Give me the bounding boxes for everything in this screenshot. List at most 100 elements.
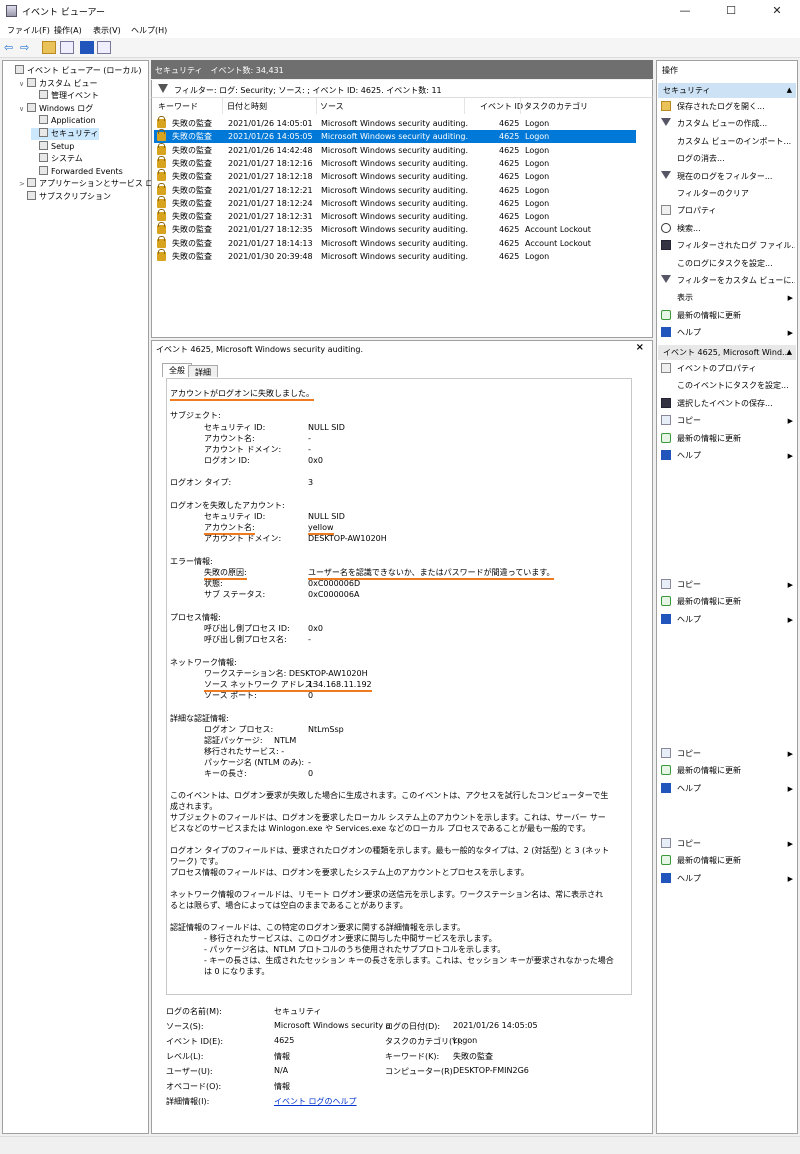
detail-close-icon[interactable]: × xyxy=(636,342,644,353)
table-cell: Microsoft Windows security auditing. xyxy=(321,132,469,142)
expand-chevron-icon[interactable]: ∨ xyxy=(19,103,27,115)
action-item[interactable]: 選択したイベントの保存... xyxy=(661,397,795,411)
action-item[interactable]: カスタム ビューのインポート... xyxy=(661,135,795,149)
menu-file[interactable]: ファイル(F) xyxy=(7,25,50,36)
table-row[interactable]: 失敗の監査 2021/01/27 18:12:16 Microsoft Window… xyxy=(154,155,636,170)
action-item[interactable]: ヘルプ ▶ xyxy=(661,326,795,340)
table-row[interactable]: 失敗の監査 2021/01/26 14:05:01 Microsoft Window… xyxy=(154,116,636,130)
maximize-button[interactable]: ☐ xyxy=(708,0,754,22)
tree-item[interactable]: システム xyxy=(31,153,83,165)
back-arrow-icon[interactable]: ⇦ xyxy=(4,41,18,54)
action-item[interactable]: 検索... xyxy=(661,222,795,236)
minimize-button[interactable]: — xyxy=(662,0,708,22)
section-title: イベント 4625, Microsoft Wind... xyxy=(663,348,790,357)
action-item[interactable]: フィルターをカスタム ビューに... xyxy=(661,274,795,288)
action-item[interactable]: このログにタスクを設定... xyxy=(661,257,795,271)
table-row[interactable]: 失敗の監査 2021/01/27 18:12:24 Microsoft Window… xyxy=(154,195,636,210)
action-item[interactable]: コピー ▶ xyxy=(661,747,795,761)
action-item[interactable]: コピー ▶ xyxy=(661,414,795,428)
tree-item[interactable]: Setup xyxy=(31,140,74,153)
detail-line: NULL SID xyxy=(308,423,345,432)
action-item[interactable]: 最新の情報に更新 xyxy=(661,432,795,446)
action-item[interactable]: 最新の情報に更新 xyxy=(661,854,795,868)
action-item[interactable]: 最新の情報に更新 xyxy=(661,764,795,778)
table-row[interactable]: 失敗の監査 2021/01/26 14:05:05 Microsoft Window… xyxy=(154,129,636,144)
column-datetime[interactable]: 日付と時刻 xyxy=(227,101,267,112)
action-item[interactable]: ヘルプ ▶ xyxy=(661,872,795,886)
action-item[interactable]: イベントのプロパティ xyxy=(661,362,795,376)
table-row[interactable]: 失敗の監査 2021/01/27 18:12:21 Microsoft Window… xyxy=(154,182,636,197)
action-item[interactable]: コピー ▶ xyxy=(661,837,795,851)
tree-item[interactable]: ∨ Windows ログ xyxy=(19,102,93,115)
show-hide-tree-icon[interactable] xyxy=(60,41,74,54)
none-icon xyxy=(661,258,671,268)
action-item[interactable]: ヘルプ ▶ xyxy=(661,613,795,627)
action-item[interactable]: コピー ▶ xyxy=(661,578,795,592)
action-item[interactable]: フィルターのクリア xyxy=(661,187,795,201)
copy-icon xyxy=(661,579,671,589)
table-cell: Microsoft Windows security auditing. xyxy=(321,252,469,261)
table-row[interactable]: 失敗の監査 2021/01/30 20:39:48 Microsoft Window… xyxy=(154,249,636,263)
show-hide-actions-icon[interactable] xyxy=(97,41,111,54)
detail-line: 状態: xyxy=(204,579,223,588)
action-item[interactable]: フィルターされたログ ファイル... xyxy=(661,239,795,253)
action-item[interactable]: このイベントにタスクを設定... xyxy=(661,379,795,393)
tree-item[interactable]: Forwarded Events xyxy=(31,165,123,178)
table-row[interactable]: 失敗の監査 2021/01/27 18:14:13 Microsoft Window… xyxy=(154,235,636,250)
refresh-icon xyxy=(661,596,671,607)
action-item[interactable]: 表示 ▶ xyxy=(661,291,795,305)
table-row[interactable]: 失敗の監査 2021/01/27 18:12:35 Microsoft Window… xyxy=(154,222,636,236)
action-item[interactable]: 保存されたログを開く... xyxy=(661,100,795,114)
table-row[interactable]: 失敗の監査 2021/01/27 18:12:31 Microsoft Window… xyxy=(154,209,636,223)
lock-icon xyxy=(157,116,166,128)
table-cell: 2021/01/27 18:14:13 xyxy=(228,238,313,248)
table-cell: Microsoft Windows security auditing. xyxy=(321,158,469,168)
table-cell: Logon xyxy=(525,185,550,195)
close-button[interactable]: ✕ xyxy=(754,0,800,22)
action-item[interactable]: プロパティ xyxy=(661,204,795,218)
tree-item[interactable]: 管理イベント xyxy=(31,90,99,102)
actions-section-header[interactable]: セキュリティ ▲ xyxy=(658,83,796,98)
forward-arrow-icon[interactable]: ⇨ xyxy=(20,41,34,54)
menu-help[interactable]: ヘルプ(H) xyxy=(131,25,167,36)
tree-item[interactable]: サブスクリプション xyxy=(19,191,111,203)
action-item[interactable]: カスタム ビューの作成... xyxy=(661,117,795,131)
detail-line: サブ ステータス: xyxy=(204,590,266,599)
action-item[interactable]: 現在のログをフィルター... xyxy=(661,170,795,184)
detail-line: NtLmSsp xyxy=(308,725,344,734)
tree-item[interactable]: ∨ カスタム ビュー xyxy=(19,77,98,90)
action-label: 選択したイベントの保存... xyxy=(677,398,773,408)
table-row[interactable]: 失敗の監査 2021/01/27 18:12:18 Microsoft Window… xyxy=(154,169,636,183)
detail-line: セキュリティ ID: xyxy=(204,512,266,521)
expand-chevron-icon[interactable]: > xyxy=(19,178,27,190)
action-label: コピー xyxy=(677,839,701,848)
column-task-category[interactable]: タスクのカテゴリ xyxy=(524,101,588,112)
action-item[interactable]: ヘルプ ▶ xyxy=(661,449,795,463)
action-item[interactable]: ログの消去... xyxy=(661,152,795,166)
meta-field: 情報 xyxy=(274,1082,290,1091)
up-folder-icon[interactable] xyxy=(42,41,56,54)
expand-chevron-icon[interactable]: ∨ xyxy=(19,78,27,90)
action-item[interactable]: ヘルプ ▶ xyxy=(661,782,795,796)
actions-section-header[interactable]: イベント 4625, Microsoft Wind... ▲ xyxy=(658,345,796,360)
action-label: カスタム ビューの作成... xyxy=(677,119,768,129)
action-label: 最新の情報に更新 xyxy=(677,433,741,443)
column-keyword[interactable]: キーワード xyxy=(158,101,198,112)
column-event-id[interactable]: イベント ID xyxy=(480,101,523,112)
menu-action[interactable]: 操作(A) xyxy=(54,25,82,36)
event-log-help-link[interactable]: イベント ログのヘルプ xyxy=(274,1096,357,1107)
tree-item[interactable]: セキュリティ xyxy=(31,128,99,140)
tree-item[interactable]: > アプリケーションとサービス ログ xyxy=(19,178,161,190)
meta-field: タスクのカテゴリ(Y): xyxy=(385,1037,463,1046)
action-item[interactable]: 最新の情報に更新 xyxy=(661,595,795,609)
folder-log-icon xyxy=(39,90,48,100)
table-row[interactable]: 失敗の監査 2021/01/26 14:42:48 Microsoft Window… xyxy=(154,142,636,157)
help-icon[interactable] xyxy=(80,41,94,54)
tree-item[interactable]: Application xyxy=(31,115,96,127)
menu-view[interactable]: 表示(V) xyxy=(93,25,121,36)
lock-icon xyxy=(157,182,166,195)
tab-details[interactable]: 詳細 xyxy=(188,365,218,377)
column-source[interactable]: ソース xyxy=(320,101,344,112)
tree-item[interactable]: イベント ビューアー (ローカル) xyxy=(7,65,142,77)
action-item[interactable]: 最新の情報に更新 xyxy=(661,309,795,323)
